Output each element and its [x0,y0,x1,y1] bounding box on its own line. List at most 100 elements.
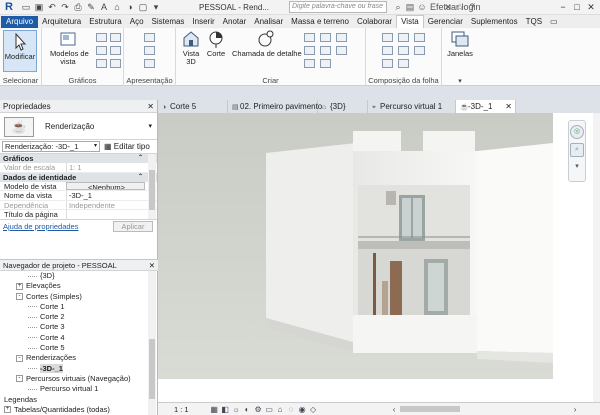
drafting-view-icon[interactable] [336,33,347,42]
redo-icon[interactable]: ↷ [59,2,71,13]
tree-node[interactable]: Corte 1 [0,302,150,312]
text-icon[interactable]: A [98,2,110,13]
viewport-scrollbar[interactable] [593,113,600,402]
title-block-icon[interactable] [414,33,425,42]
matchline-icon[interactable] [382,59,393,68]
section-dados-identidade[interactable]: Dados de identidade ⌃ [0,172,157,182]
expand-icon[interactable]: + [4,406,11,414]
view-3d-icon[interactable]: ⌂ [111,2,123,13]
help-icon[interactable]: ? [466,1,478,13]
analytical-model-icon[interactable]: ◇ [308,405,319,414]
view-tab[interactable]: ⌂ {3D} [318,100,368,113]
tree-node[interactable]: Corte 3 [0,322,150,332]
tab-estrutura[interactable]: Estrutura [85,16,125,28]
guide-grid-icon[interactable] [414,46,425,55]
section-button[interactable]: Corte [204,30,228,58]
view-tab[interactable]: ☕-3D-_1 ✕ [456,100,516,113]
tree-node[interactable]: + Elevações [0,281,150,291]
visual-style-icon[interactable]: ◧ [220,405,231,414]
exchange-icon[interactable]: ✕ [442,1,454,13]
tree-node[interactable]: Percurso virtual 1 [0,384,150,394]
plan-views-icon[interactable] [304,33,315,42]
undo-icon[interactable]: ↶ [46,2,58,13]
tab-analisar[interactable]: Analisar [250,16,287,28]
show-rendering-icon[interactable]: ⚙ [253,405,264,414]
view-tab[interactable]: ◑ Corte 5 [158,100,228,113]
browser-scrollbar[interactable] [148,271,156,415]
edit-type-button[interactable]: ▦ Editar tipo [104,141,150,152]
revit-logo[interactable]: R [2,1,16,14]
star-icon[interactable]: ☆ [454,1,466,13]
placeholder-icon[interactable] [398,33,409,42]
view-template-value[interactable]: <Nenhum> [66,181,145,190]
tab-vista[interactable]: Vista [396,15,424,28]
close-icon[interactable]: ✕ [505,100,512,113]
view-tab[interactable]: ⌖ Percurso virtual 1 [368,100,456,113]
property-row[interactable]: Dependência Independente [0,200,157,210]
open-icon[interactable]: ▭ [20,2,32,13]
property-row[interactable]: Título da página [0,210,157,219]
tab-a-o[interactable]: Aço [126,16,148,28]
measure-icon[interactable]: ✎ [85,2,97,13]
thin-lines-icon[interactable] [96,46,107,55]
presentation-icon-3[interactable] [144,59,155,68]
collapse-icon[interactable]: - [16,354,23,362]
schedules-icon[interactable] [336,46,347,55]
windows-button[interactable]: Janelas [446,30,474,58]
tab-tqs[interactable]: TQS [522,16,546,28]
visibility-graphics-icon[interactable] [96,33,107,42]
collapse-icon[interactable]: - [16,375,23,383]
presentation-icon-1[interactable] [144,33,155,42]
legends-icon[interactable] [320,46,331,55]
type-selector[interactable]: ☕ Renderização ▾ [0,113,157,140]
ribbon-toggle-icon[interactable]: ▭ [550,16,558,28]
lock-3d-icon[interactable]: ⌂ [275,405,286,414]
apply-button[interactable]: Aplicar [113,221,153,232]
print-icon[interactable]: ⎙ [72,2,84,13]
duplicate-view-icon[interactable] [304,46,315,55]
expand-icon[interactable]: + [16,282,23,290]
section-icon[interactable]: ◑ [124,2,136,13]
tab-arquitetura[interactable]: Arquitetura [38,16,85,28]
reveal-hidden-icon[interactable]: ◉ [297,405,308,414]
qa-dropdown-icon[interactable]: ▾ [150,2,162,13]
3d-view-button[interactable]: Vista 3D [180,30,202,66]
filters-icon[interactable] [110,33,121,42]
section-graficos[interactable]: Gráficos ⌃ [0,154,157,163]
tab-arquivo[interactable]: Arquivo [1,16,39,28]
scope-box-icon[interactable] [304,59,315,68]
property-row[interactable]: Valor de escala 1: 1 [0,163,157,173]
cut-profile-icon[interactable] [96,59,107,68]
sheet-new-icon[interactable] [382,33,393,42]
steering-wheel-icon[interactable]: ◎ [570,125,584,139]
presentation-icon-2[interactable] [144,46,155,55]
close-icon[interactable]: ✕ [584,1,598,13]
search-input[interactable]: Digite palavra-chave ou frase [289,1,387,13]
help-link[interactable]: Ajuda de propriedades [3,222,78,231]
tree-node[interactable]: + Tabelas/Quantidades (todas) [0,405,150,415]
title-value[interactable] [66,210,145,219]
sun-path-icon[interactable]: ☼ [231,405,242,414]
tree-node[interactable]: - Percursos virtuais (Navegação) [0,374,150,384]
temporary-hide-icon[interactable]: ◌ [286,405,297,414]
close-hidden-icon[interactable]: ▢ [137,2,149,13]
maximize-icon[interactable]: □ [570,1,584,13]
tree-node[interactable]: - Cortes (Simples) [0,292,150,302]
subscription-icon[interactable]: ▤ [404,1,416,13]
chevron-down-icon[interactable]: ▾ [148,122,152,130]
scroll-left-icon[interactable]: ‹ [389,405,400,414]
tree-node[interactable]: -3D-_1 [0,363,150,374]
view-templates-button[interactable]: Modelos de vista [50,30,89,66]
properties-scrollbar[interactable] [148,154,156,219]
scroll-thumb[interactable] [149,339,155,399]
navigation-bar[interactable]: ◎ ⌕ ▾ [568,120,586,182]
callout-button[interactable]: Chamada de detalhe [232,30,302,58]
user-icon[interactable]: ☺ [416,1,428,13]
place-view-icon[interactable] [382,46,393,55]
shadows-icon[interactable]: ◐ [242,405,253,414]
save-icon[interactable]: ▣ [33,2,45,13]
view-scale[interactable]: 1 : 1 [174,405,189,414]
tree-node[interactable]: {3D} [0,271,150,281]
collapse-icon[interactable]: - [16,293,23,301]
scroll-thumb-h[interactable] [399,406,460,412]
